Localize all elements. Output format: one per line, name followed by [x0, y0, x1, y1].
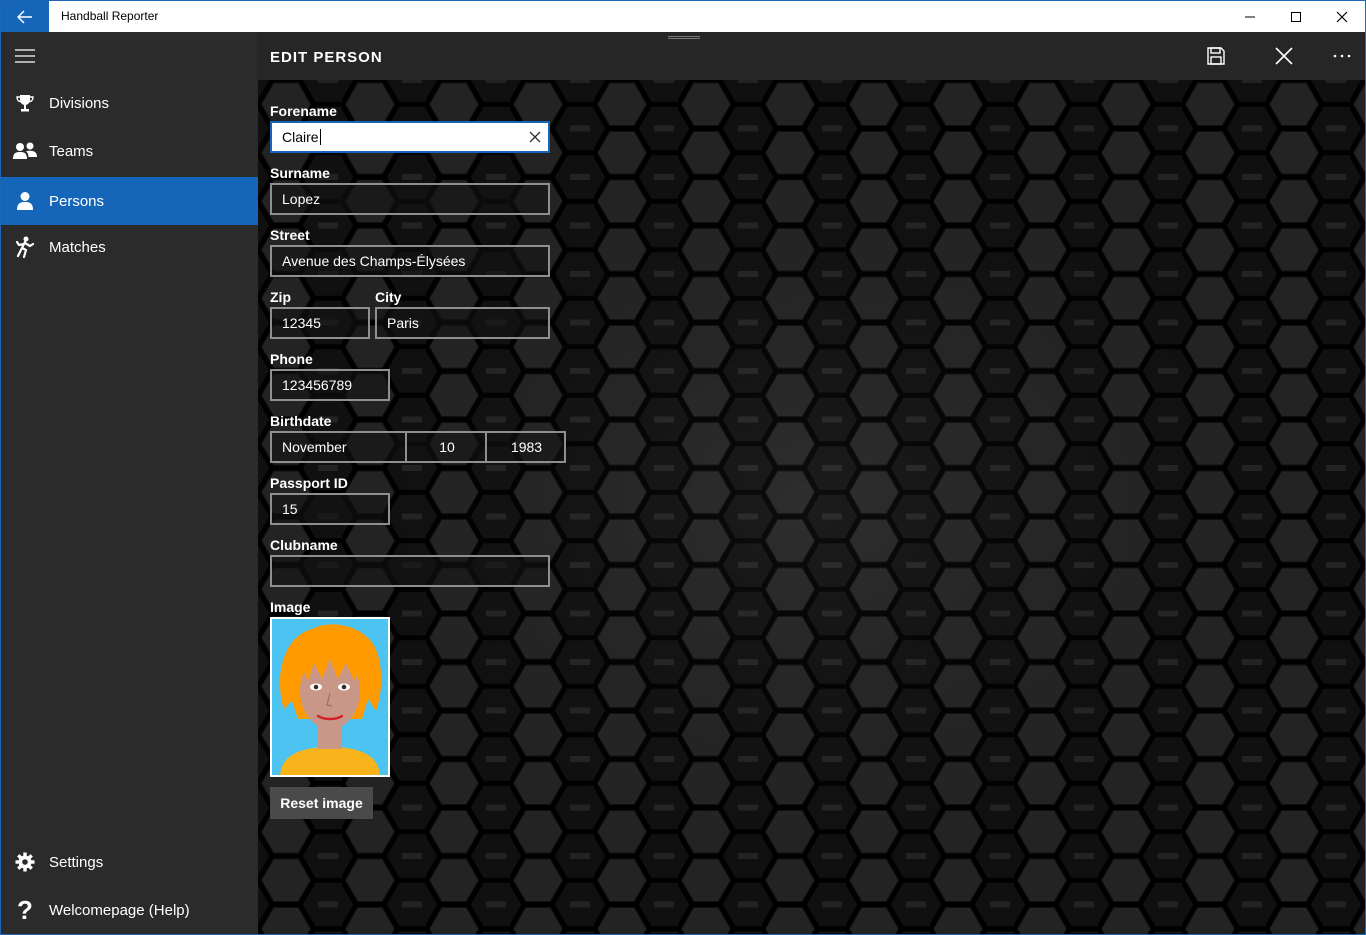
nav-label-divisions: Divisions	[49, 94, 110, 112]
nav-label-teams: Teams	[49, 142, 94, 160]
nav-item-persons[interactable]: Persons	[1, 177, 258, 225]
app-title: Handball Reporter	[61, 9, 159, 23]
city-input[interactable]: Paris	[375, 307, 550, 339]
nav-item-matches[interactable]: Matches	[1, 223, 258, 271]
forename-label: Forename	[270, 103, 337, 119]
trophy-icon	[1, 79, 49, 127]
maximize-button[interactable]	[1273, 1, 1319, 32]
close-icon	[1336, 11, 1348, 22]
drag-handle[interactable]	[668, 36, 700, 39]
phone-value: 123456789	[282, 377, 353, 393]
image-label: Image	[270, 599, 311, 615]
back-arrow-icon	[17, 9, 32, 24]
zip-label: Zip	[270, 289, 291, 305]
app-window: Handball Reporter Divisions Teams Person…	[0, 0, 1366, 935]
gear-icon	[1, 838, 49, 886]
birthdate-picker[interactable]: November 10 1983	[270, 431, 566, 463]
more-options-button[interactable]	[1318, 32, 1365, 80]
zip-input[interactable]: 12345	[270, 307, 370, 339]
command-bar: EDIT PERSON	[258, 32, 1365, 80]
hamburger-menu-button[interactable]	[1, 32, 49, 80]
birthdate-month[interactable]: November	[282, 433, 402, 461]
forename-input[interactable]: Claire	[270, 121, 550, 153]
nav-label-matches: Matches	[49, 238, 106, 256]
close-window-button[interactable]	[1319, 1, 1365, 32]
nav-label-persons: Persons	[49, 192, 105, 210]
passport-label: Passport ID	[270, 475, 348, 491]
maximize-icon	[1291, 11, 1301, 22]
save-icon	[1207, 47, 1225, 65]
clear-text-icon[interactable]	[528, 130, 542, 144]
nav-label-settings: Settings	[49, 853, 104, 871]
passport-value: 15	[282, 501, 298, 517]
passport-input[interactable]: 15	[270, 493, 390, 525]
cancel-button[interactable]	[1260, 32, 1308, 80]
city-label: City	[375, 289, 402, 305]
birthdate-year[interactable]: 1983	[487, 433, 566, 461]
text-caret	[319, 129, 321, 145]
clubname-label: Clubname	[270, 537, 338, 553]
close-icon	[1275, 47, 1293, 65]
minimize-button[interactable]	[1227, 1, 1273, 32]
minimize-icon	[1245, 16, 1255, 17]
content-area: EDIT PERSON Forename Claire Surname Lope…	[258, 32, 1365, 934]
page-title: EDIT PERSON	[270, 49, 383, 66]
title-bar: Handball Reporter	[1, 1, 1365, 32]
nav-item-settings[interactable]: Settings	[1, 838, 258, 886]
surname-label: Surname	[270, 165, 330, 181]
person-image[interactable]	[270, 617, 390, 777]
street-input[interactable]: Avenue des Champs-Élysées	[270, 245, 550, 277]
more-icon	[1333, 54, 1351, 58]
clubname-input[interactable]	[270, 555, 550, 587]
birthdate-day[interactable]: 10	[407, 433, 487, 461]
nav-item-help[interactable]: ? Welcomepage (Help)	[1, 886, 258, 934]
save-button[interactable]	[1192, 32, 1240, 80]
person-icon	[1, 177, 49, 225]
nav-item-teams[interactable]: Teams	[1, 127, 258, 175]
forename-value: Claire	[282, 129, 319, 145]
zip-value: 12345	[282, 315, 321, 331]
street-label: Street	[270, 227, 310, 243]
runner-icon	[1, 223, 49, 271]
reset-image-button[interactable]: Reset image	[270, 787, 373, 819]
navigation-pane: Divisions Teams Persons Matches Settings…	[1, 32, 258, 934]
back-button[interactable]	[1, 1, 49, 32]
street-value: Avenue des Champs-Élysées	[282, 253, 466, 269]
birthdate-label: Birthdate	[270, 413, 332, 429]
nav-label-help: Welcomepage (Help)	[49, 901, 190, 919]
city-value: Paris	[387, 315, 419, 331]
help-icon: ?	[17, 894, 33, 925]
phone-input[interactable]: 123456789	[270, 369, 390, 401]
surname-value: Lopez	[282, 191, 321, 207]
nav-item-divisions[interactable]: Divisions	[1, 79, 258, 127]
surname-input[interactable]: Lopez	[270, 183, 550, 215]
phone-label: Phone	[270, 351, 313, 367]
hamburger-icon	[15, 49, 35, 63]
group-icon	[1, 127, 49, 175]
avatar-illustration	[272, 619, 388, 775]
